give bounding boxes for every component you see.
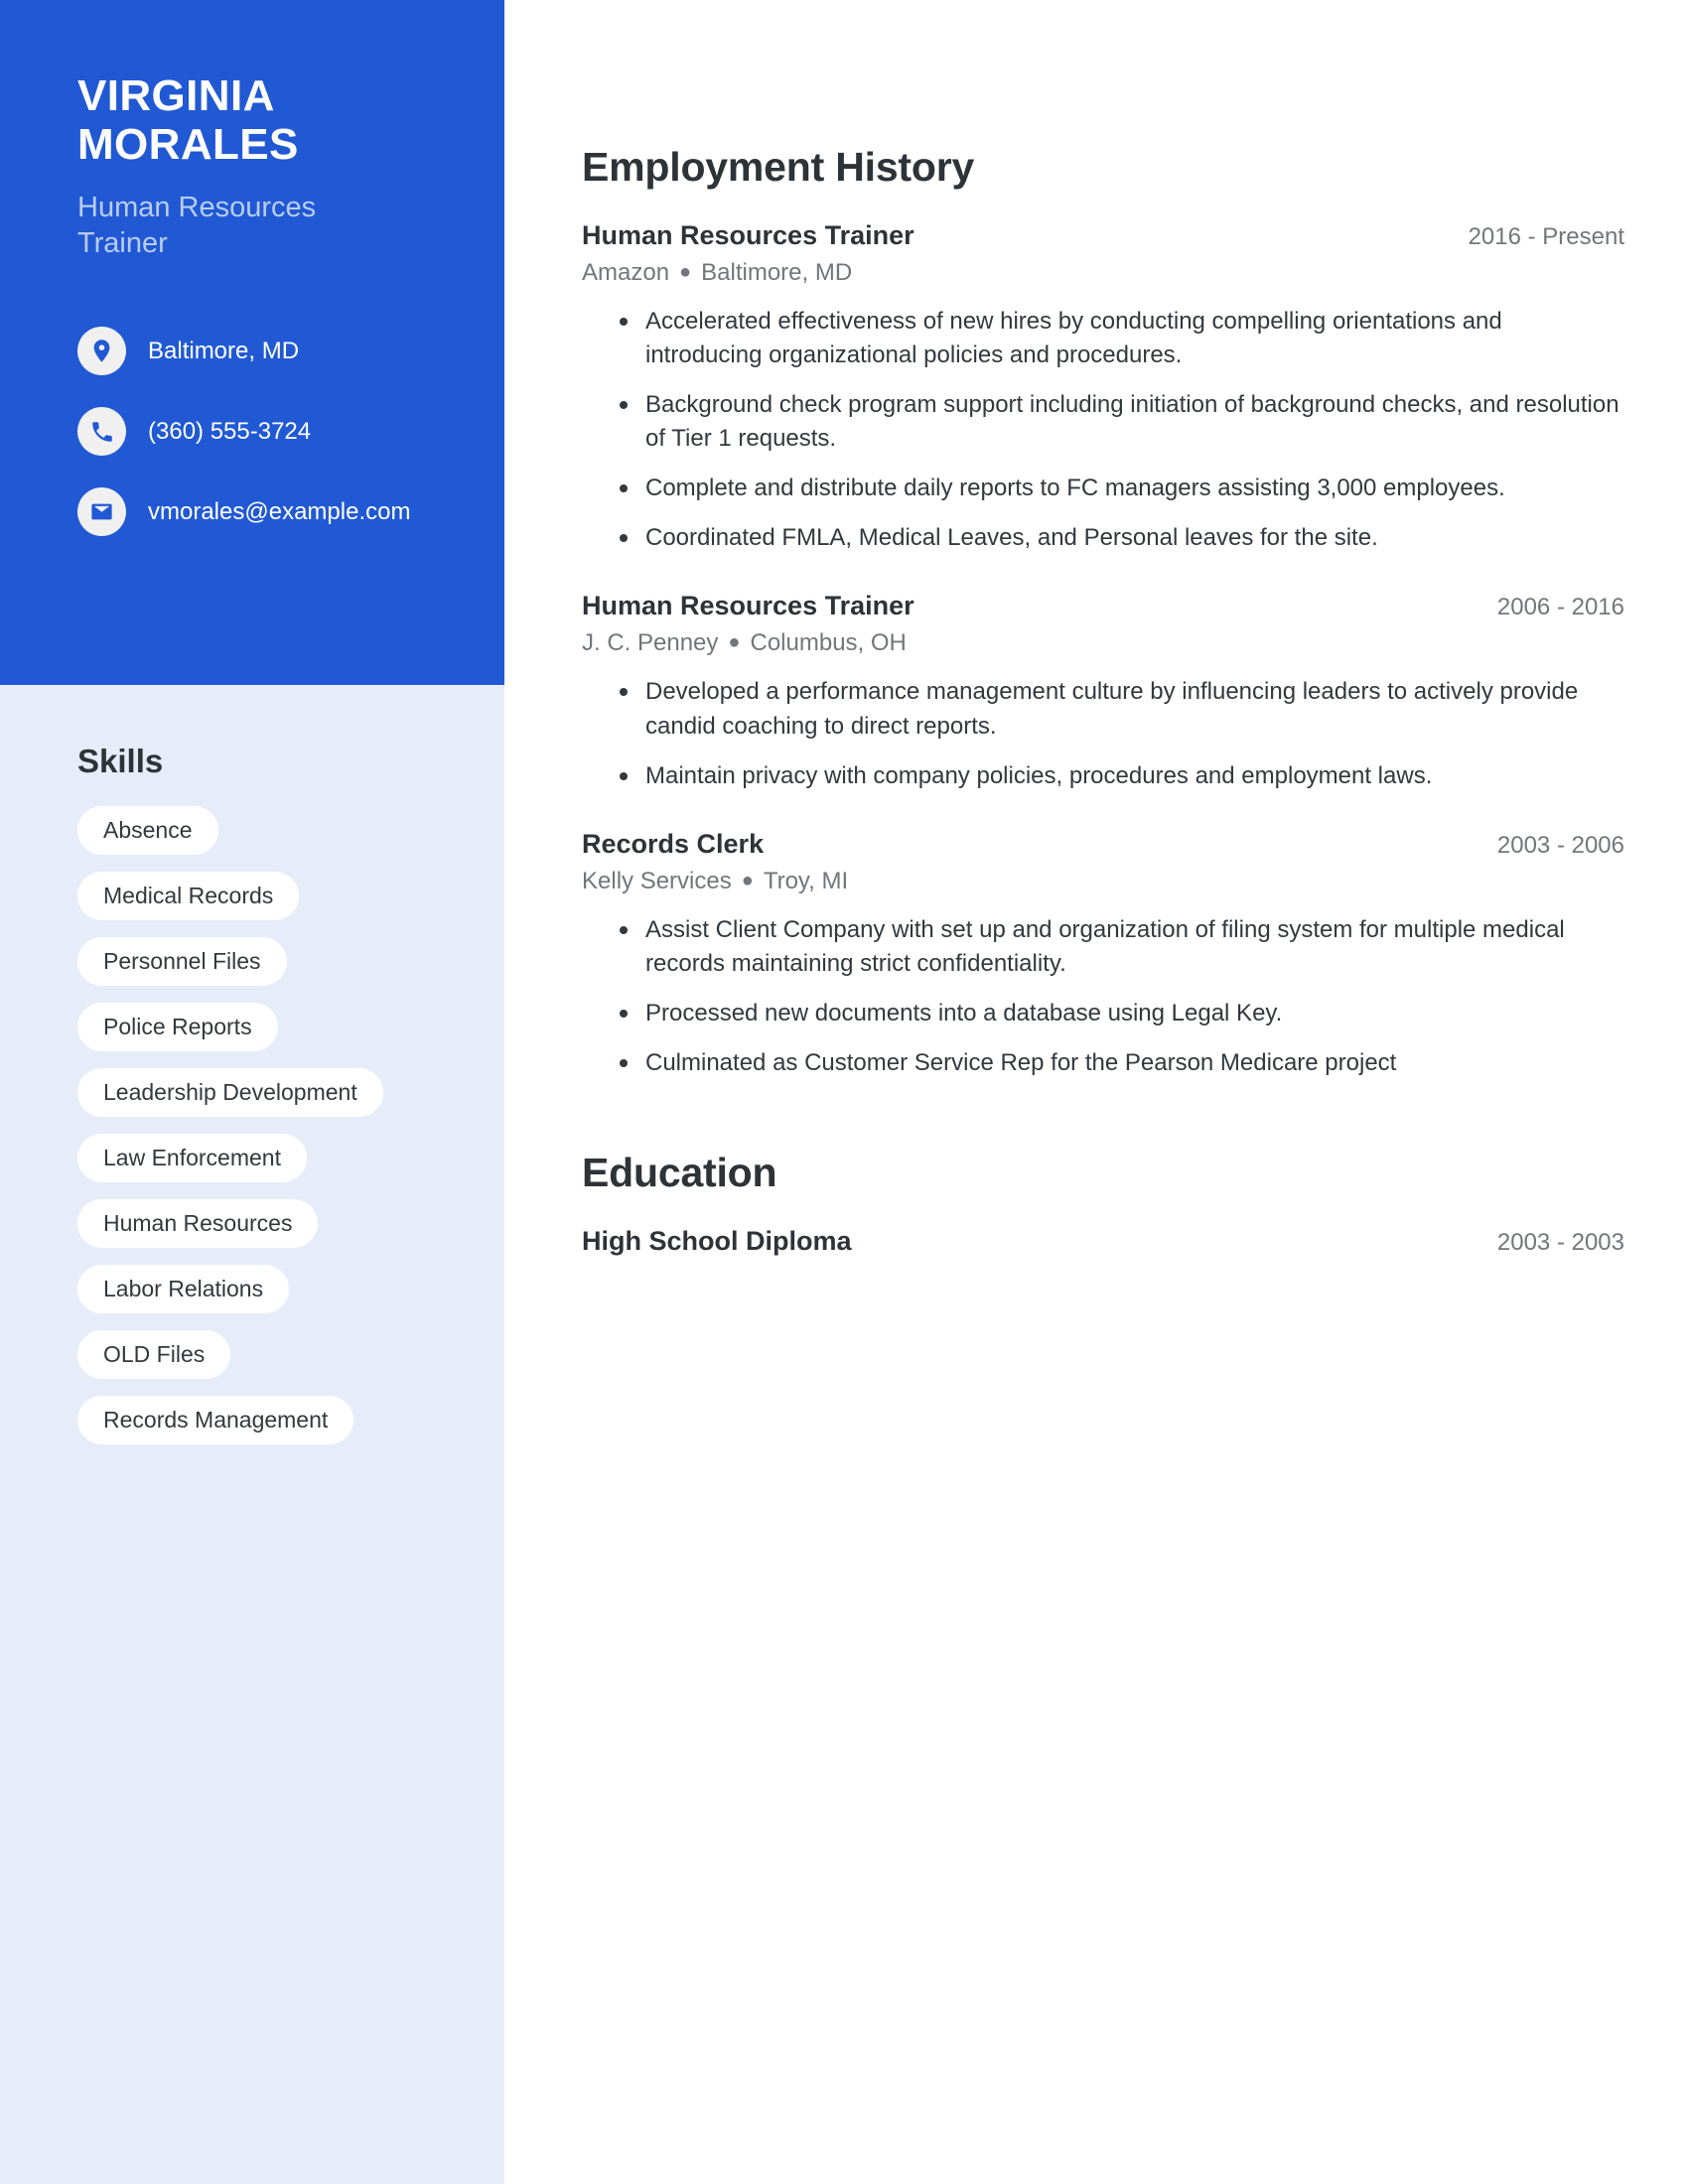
skill-pill: Human Resources [77,1199,319,1248]
employment-entry: Human Resources Trainer 2016 - Present A… [582,220,1624,555]
list-item: Labor Relations [77,1265,445,1330]
list-item: Human Resources [77,1199,445,1265]
skill-pill: Medical Records [77,872,300,920]
education-entry-header: High School Diploma 2003 - 2003 [582,1226,1624,1257]
employment-entry: Records Clerk 2003 - 2006 Kelly Services… [582,829,1624,1080]
list-item: Developed a performance management cultu… [620,675,1624,743]
resume-document: VIRGINIA MORALES Human Resources Trainer… [0,0,1688,2184]
sidebar-header: VIRGINIA MORALES Human Resources Trainer… [0,0,504,685]
contact-email-value: vmorales@example.com [148,497,411,525]
education-dates: 2003 - 2003 [1496,1229,1624,1257]
employment-role: Human Resources Trainer [582,220,914,250]
employment-entry: Human Resources Trainer 2006 - 2016 J. C… [582,591,1624,792]
list-item: Police Reports [77,1003,445,1068]
employment-bullets: Assist Client Company with set up and or… [582,913,1624,1080]
employment-company-location: Kelly Services ● Troy, MI [582,868,1624,895]
employment-dates: 2006 - 2016 [1496,594,1624,621]
employment-location: Troy, MI [763,867,849,894]
list-item: Law Enforcement [77,1134,445,1199]
employment-company: Amazon [582,259,670,286]
skill-pill: Law Enforcement [77,1134,307,1182]
list-item: Personnel Files [77,937,445,1003]
page-title: VIRGINIA MORALES [77,71,299,170]
list-item: Medical Records [77,872,445,937]
education-heading: Education [582,1150,777,1196]
employment-company: Kelly Services [582,867,732,894]
skill-pill: Labor Relations [77,1265,290,1313]
employment-history-heading: Employment History [582,144,975,190]
skills-section: Skills Absence Medical Records Personnel… [0,685,504,1461]
employment-company: J. C. Penney [582,629,719,657]
skill-pill: OLD Files [77,1330,231,1379]
list-item: Complete and distribute daily reports to… [620,472,1624,505]
contact-list: Baltimore, MD (360) 555-3724 vmorales@ex… [77,327,427,537]
employment-role: Human Resources Trainer [582,591,914,621]
list-item: Absence [77,806,445,872]
contact-location-value: Baltimore, MD [148,337,300,364]
employment-location: Columbus, OH [750,629,907,657]
bullet-separator-icon: ● [741,869,754,891]
list-item: Records Management [77,1396,445,1461]
education-entry: High School Diploma 2003 - 2003 [582,1226,1624,1257]
phone-icon [77,407,126,457]
list-item: Culminated as Customer Service Rep for t… [620,1046,1624,1080]
employment-entry-header: Human Resources Trainer 2006 - 2016 [582,591,1624,621]
contact-phone-value: (360) 555-3724 [148,417,312,445]
employment-history-section: Employment History Human Resources Train… [582,144,1624,1080]
skill-pill: Leadership Development [77,1068,383,1117]
list-item: Maintain privacy with company policies, … [620,759,1624,793]
employment-bullets: Accelerated effectiveness of new hires b… [582,305,1624,555]
employment-bullets: Developed a performance management cultu… [582,675,1624,792]
list-item: Processed new documents into a database … [620,997,1624,1030]
email-icon [77,487,126,537]
employment-company-location: Amazon ● Baltimore, MD [582,259,1624,287]
employment-location: Baltimore, MD [701,259,853,286]
location-pin-icon [77,327,126,376]
skill-pill: Police Reports [77,1003,278,1051]
list-item: Background check program support includi… [620,388,1624,456]
main-content: Employment History Human Resources Train… [504,0,1688,2184]
employment-entry-header: Records Clerk 2003 - 2006 [582,829,1624,860]
skill-list: Absence Medical Records Personnel Files … [77,806,445,1461]
bullet-separator-icon: ● [728,631,741,654]
skill-pill: Personnel Files [77,937,287,986]
sidebar: VIRGINIA MORALES Human Resources Trainer… [0,0,504,2184]
contact-item-email: vmorales@example.com [77,487,427,537]
employment-dates: 2016 - Present [1468,223,1624,250]
skill-pill: Records Management [77,1396,354,1444]
employment-role: Records Clerk [582,828,765,859]
employment-dates: 2003 - 2006 [1496,831,1624,859]
skills-heading: Skills [77,743,164,779]
list-item: OLD Files [77,1330,445,1396]
list-item: Leadership Development [77,1068,445,1134]
header-job-title: Human Resources Trainer [77,191,317,259]
employment-entry-header: Human Resources Trainer 2016 - Present [582,220,1624,251]
contact-item-location: Baltimore, MD [77,327,427,376]
education-section: Education High School Diploma 2003 - 200… [582,1150,1624,1257]
skill-pill: Absence [77,806,218,855]
employment-company-location: J. C. Penney ● Columbus, OH [582,629,1624,657]
list-item: Coordinated FMLA, Medical Leaves, and Pe… [620,521,1624,555]
contact-item-phone: (360) 555-3724 [77,407,427,457]
list-item: Accelerated effectiveness of new hires b… [620,305,1624,372]
bullet-separator-icon: ● [679,261,692,283]
education-degree: High School Diploma [582,1226,852,1257]
list-item: Assist Client Company with set up and or… [620,913,1624,981]
